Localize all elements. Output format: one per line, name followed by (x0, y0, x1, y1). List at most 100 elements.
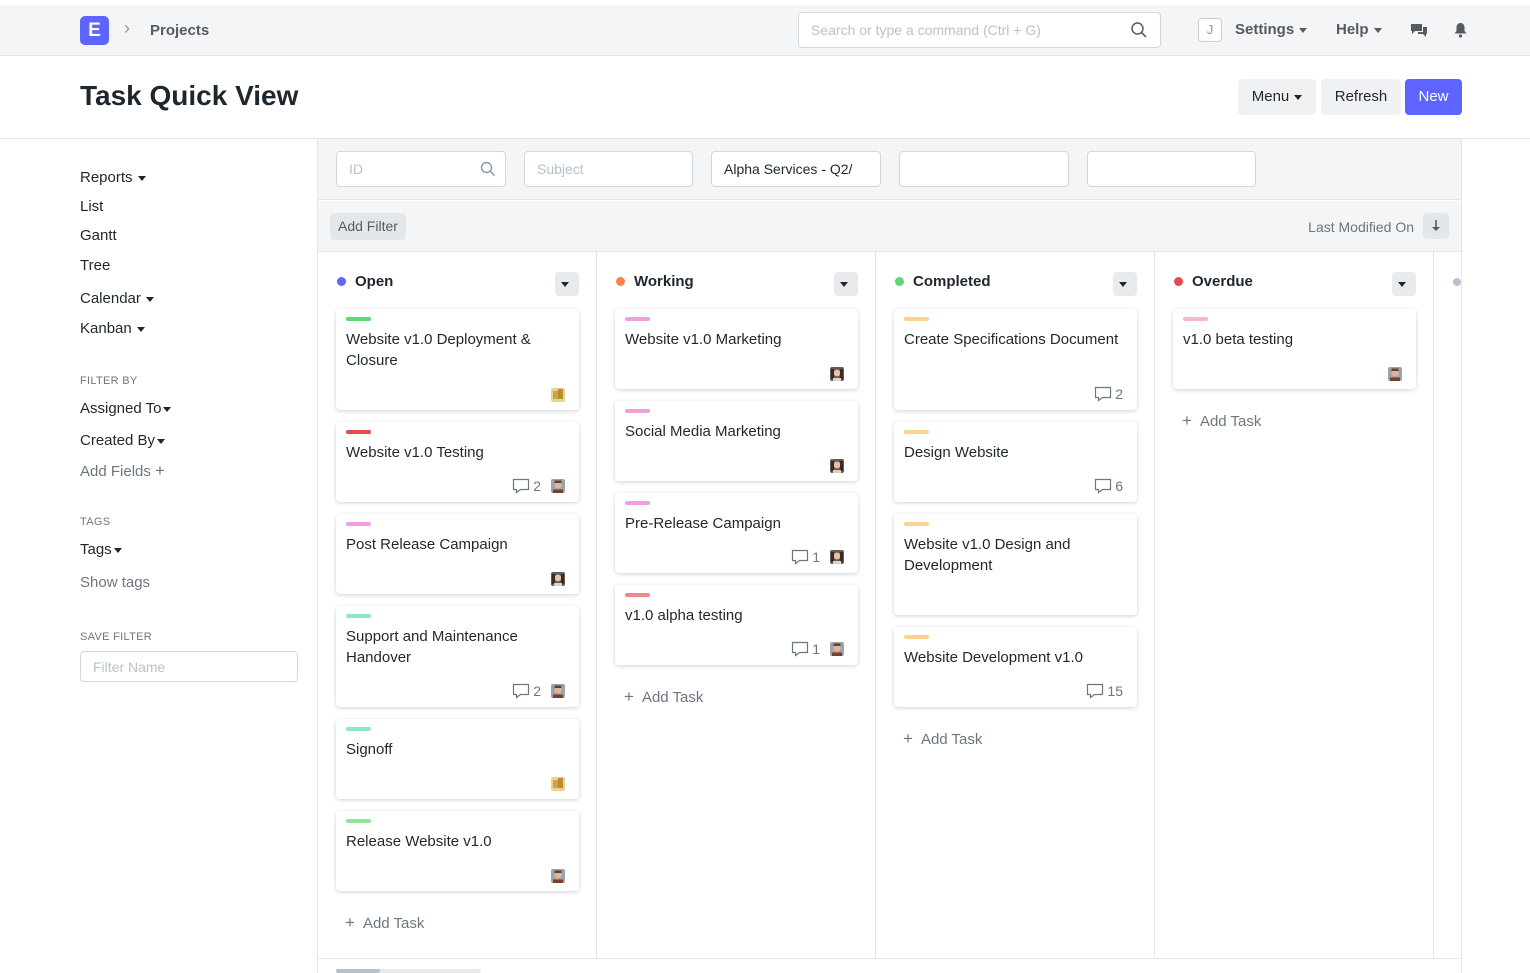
kanban-main: Add Filter Last Modified On Open Website … (317, 139, 1462, 973)
add-filter-button[interactable]: Add Filter (330, 213, 406, 240)
search-input[interactable] (811, 13, 1131, 47)
new-button[interactable]: New (1405, 79, 1462, 115)
notification-bell-icon[interactable] (1453, 22, 1468, 38)
add-fields-button[interactable]: Add Fields + (80, 461, 165, 481)
filter-name-field[interactable] (80, 651, 298, 682)
kanban-card[interactable]: Website v1.0 Marketing (615, 309, 858, 389)
assignee-avatar[interactable] (830, 367, 844, 381)
column-header: Working (597, 252, 876, 308)
menu-button[interactable]: Menu (1238, 79, 1316, 115)
chevron-down-icon (1119, 282, 1127, 287)
sidebar-kanban[interactable]: Kanban (80, 320, 145, 337)
sort-by-selector[interactable]: Last Modified On (1308, 219, 1414, 235)
kanban-card[interactable]: v1.0 beta testing (1173, 309, 1416, 389)
filter-field-5-input[interactable] (1100, 152, 1230, 186)
sidebar-calendar[interactable]: Calendar (80, 290, 154, 307)
kanban-card[interactable]: Website v1.0 Design and Development (894, 514, 1137, 615)
sidebar-list[interactable]: List (80, 198, 103, 215)
sidebar-gantt[interactable]: Gantt (80, 227, 117, 244)
assignee-avatar[interactable] (551, 388, 565, 402)
add-task-button[interactable]: + Add Task (903, 729, 982, 749)
kanban-card[interactable]: Website v1.0 Testing 2 (336, 422, 579, 502)
add-task-button[interactable]: + Add Task (1182, 411, 1261, 431)
created-by-label: Created By (80, 432, 156, 449)
comment-icon (513, 478, 530, 494)
kanban-card[interactable]: Pre-Release Campaign 1 (615, 493, 858, 573)
refresh-button[interactable]: Refresh (1321, 79, 1401, 115)
horizontal-scrollbar[interactable] (336, 969, 481, 973)
project-filter-input[interactable] (724, 152, 872, 186)
tags-dropdown[interactable]: Tags (80, 541, 122, 558)
id-filter[interactable] (336, 151, 506, 187)
comment-count: 1 (791, 549, 820, 565)
assignee-avatar[interactable] (830, 459, 844, 473)
kanban-card[interactable]: Website Development v1.0 15 (894, 627, 1137, 707)
kanban-card[interactable]: Website v1.0 Deployment & Closure (336, 309, 579, 410)
kanban-card[interactable]: Create Specifications Document 2 (894, 309, 1137, 410)
card-title: Website v1.0 Deployment & Closure (346, 331, 531, 369)
created-by-filter[interactable]: Created By (80, 432, 166, 449)
scrollbar-thumb[interactable] (336, 969, 380, 973)
column-menu-button[interactable] (1392, 272, 1416, 296)
filter-field-4-input[interactable] (912, 152, 1042, 186)
add-task-label: Add Task (641, 689, 704, 706)
assignee-avatar[interactable] (551, 572, 565, 586)
card-color-bar (625, 593, 650, 597)
card-color-bar (346, 727, 371, 731)
chevron-down-icon (840, 282, 848, 287)
sidebar-tree[interactable]: Tree (80, 257, 110, 274)
id-filter-input[interactable] (349, 152, 479, 186)
comment-count-value: 6 (1115, 478, 1123, 494)
project-filter[interactable] (711, 151, 881, 187)
subject-filter[interactable] (524, 151, 693, 187)
assignee-avatar[interactable] (830, 642, 844, 656)
column-menu-button[interactable] (834, 272, 858, 296)
assignee-avatar[interactable] (551, 869, 565, 883)
show-tags-link[interactable]: Show tags (80, 574, 150, 591)
kanban-column-overdue: Overdue v1.0 beta testing + Add Task (1155, 252, 1434, 958)
kanban-card[interactable]: Post Release Campaign (336, 514, 579, 594)
assignee-avatar[interactable] (551, 479, 565, 493)
app-logo[interactable]: E (80, 16, 109, 45)
kanban-card[interactable]: Support and Maintenance Handover 2 (336, 606, 579, 707)
filter-name-input[interactable] (93, 652, 293, 681)
comment-icon (1087, 683, 1104, 699)
subject-filter-input[interactable] (537, 152, 667, 186)
comment-count: 2 (512, 683, 541, 699)
column-menu-button[interactable] (1113, 272, 1137, 296)
search-bar[interactable] (798, 12, 1161, 48)
column-title: Overdue (1192, 273, 1253, 290)
card-title: Social Media Marketing (625, 423, 781, 440)
kanban-card[interactable]: Signoff (336, 719, 579, 799)
add-task-button[interactable]: + Add Task (345, 913, 424, 933)
card-title: Pre-Release Campaign (625, 515, 781, 532)
chevron-down-icon (1373, 27, 1382, 33)
card-title: Signoff (346, 741, 393, 758)
chevron-down-icon (1398, 282, 1406, 287)
assignee-avatar[interactable] (1388, 367, 1402, 381)
user-avatar[interactable]: J (1198, 18, 1222, 42)
chat-icon[interactable] (1410, 22, 1428, 38)
assigned-to-filter[interactable]: Assigned To (80, 400, 172, 417)
kanban-card[interactable]: v1.0 alpha testing 1 (615, 585, 858, 665)
filter-field-5[interactable] (1087, 151, 1256, 187)
sidebar-reports[interactable]: Reports (80, 169, 146, 186)
assignee-avatar[interactable] (830, 550, 844, 564)
kanban-card[interactable]: Social Media Marketing (615, 401, 858, 481)
add-task-button[interactable]: + Add Task (624, 687, 703, 707)
settings-dropdown[interactable]: Settings (1235, 21, 1308, 38)
help-dropdown[interactable]: Help (1336, 21, 1382, 38)
sort-order-button[interactable] (1423, 213, 1449, 239)
column-status-dot (1174, 277, 1183, 286)
column-menu-button[interactable] (555, 272, 579, 296)
chevron-down-icon (1299, 27, 1308, 33)
kanban-card[interactable]: Release Website v1.0 (336, 811, 579, 891)
page-title: Task Quick View (80, 80, 299, 111)
kanban-card[interactable]: Design Website 6 (894, 422, 1137, 502)
breadcrumb-projects[interactable]: Projects (150, 22, 209, 39)
card-color-bar (904, 635, 929, 639)
assignee-avatar[interactable] (551, 777, 565, 791)
assignee-avatar[interactable] (551, 684, 565, 698)
filter-field-4[interactable] (899, 151, 1069, 187)
card-color-bar (904, 430, 929, 434)
